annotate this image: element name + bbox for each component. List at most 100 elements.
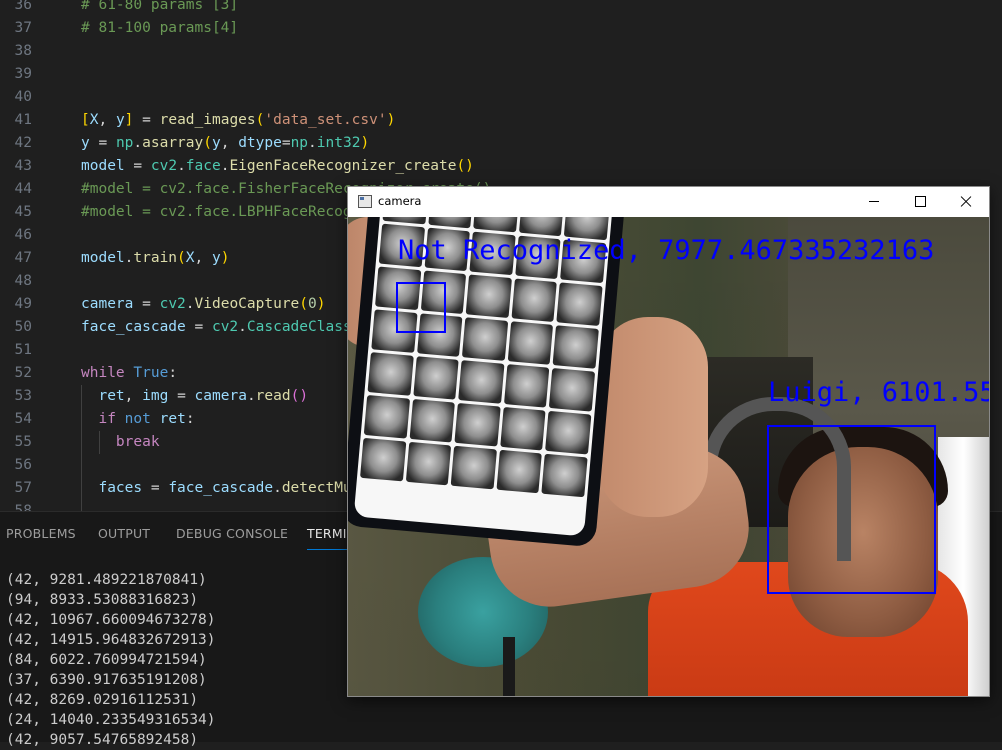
code-line[interactable]: 40 [0,86,1002,109]
line-number: 46 [14,227,32,243]
face-thumbnail [545,410,592,455]
tab-debug-console[interactable]: DEBUG CONSOLE [176,526,288,541]
camera-window[interactable]: camera Not Recognized, 7977.467335232163… [347,186,990,697]
code-token: . [308,135,317,151]
code-token: 0 [308,296,317,312]
code-token: camera [81,296,134,312]
code-line[interactable]: 43 model = cv2.face.EigenFaceRecognizer_c… [0,155,1002,178]
code-token: # 81-100 params[4] [81,20,239,36]
code-token: . [177,158,186,174]
window-titlebar[interactable]: camera [348,187,989,217]
close-icon[interactable] [943,187,989,217]
code-token: faces [98,480,143,496]
terminal-line: (84, 6022.760994721594) [6,652,207,668]
code-text: while True: [81,362,177,385]
code-text: # 61-80 params [3] [81,0,238,17]
code-token: ) [386,112,396,128]
face-thumbnail [518,217,565,237]
code-token: EigenFaceRecognizer_create [229,158,457,174]
code-line[interactable]: 41 [X, y] = read_images('data_set.csv') [0,109,1002,132]
code-token: np [115,135,134,151]
code-token: ret [98,388,125,404]
code-token: () [290,388,309,404]
face-thumbnail [507,321,554,365]
code-token: face [185,158,221,174]
tab-problems[interactable]: PROBLEMS [6,526,76,541]
code-line[interactable]: 36 # 61-80 params [3] [0,0,1002,17]
code-token: face_cascade [81,319,186,335]
code-line[interactable]: 39 [0,63,1002,86]
terminal-line: (42, 9281.489221870841) [6,572,207,588]
terminal-line: (94, 8933.53088316823) [6,592,199,608]
terminal-line: (42, 9057.54765892458) [6,732,199,748]
tab-output[interactable]: OUTPUT [98,526,150,541]
code-token: cv2 [159,296,186,312]
indent-guide [81,385,82,511]
detection-box-luigi [767,425,936,594]
code-token: y [211,135,221,151]
code-token: int32 [316,135,361,151]
code-token: . [133,135,143,151]
code-token: = [185,319,212,335]
code-text: # 81-100 params[4] [81,17,238,40]
code-token: if [98,411,116,427]
code-token: asarray [142,135,204,151]
code-token: y [81,135,90,151]
face-thumbnail [556,282,603,326]
face-thumbnail [503,364,550,408]
face-thumbnail [405,441,452,486]
line-number: 56 [14,457,32,473]
indent-guide [99,431,100,454]
code-token: img [142,388,169,404]
code-token: y [115,112,125,128]
code-token: ) [316,296,326,312]
line-number: 57 [14,480,32,496]
line-number: 42 [14,135,32,151]
code-token: VideoCapture [194,296,300,312]
code-token: break [115,434,160,450]
code-token: : [185,411,195,427]
minimize-icon[interactable] [851,187,897,217]
code-line[interactable]: 37 # 81-100 params[4] [0,17,1002,40]
code-token: train [133,250,178,266]
face-thumbnail [465,274,512,319]
code-token: ( [203,135,212,151]
line-number: 58 [14,503,32,511]
code-text: y = np.asarray(y, dtype=np.int32) [81,132,369,155]
face-thumbnail [473,217,520,233]
code-token: = [281,135,291,151]
detection-box-unrecognized [396,282,446,333]
code-token: , [194,250,212,266]
line-number: 47 [14,250,32,266]
code-token: read [255,388,291,404]
code-token: y [211,250,221,266]
face-thumbnail [552,325,599,369]
code-token: [ [81,112,90,128]
terminal-line: (42, 10967.660094673278) [6,612,216,628]
line-number: 53 [14,388,32,404]
code-token: camera [194,388,247,404]
line-number: 41 [14,112,32,128]
code-line[interactable]: 38 [0,40,1002,63]
code-token: cv2 [150,158,178,174]
face-thumbnail [412,356,459,400]
code-token: dtype [238,135,282,151]
code-text: model = cv2.face.EigenFaceRecognizer_cre… [81,155,474,178]
code-token: ret [159,411,186,427]
code-token: read_images [159,112,256,128]
face-thumbnail [462,317,509,361]
face-thumbnail [541,453,588,498]
line-number: 44 [14,181,32,197]
face-thumbnail [450,445,497,490]
code-token: . [246,388,256,404]
maximize-icon[interactable] [897,187,943,217]
code-token: # 61-80 params [3] [81,0,239,13]
line-number: 49 [14,296,32,312]
camera-frame: Not Recognized, 7977.467335232163 Luigi,… [348,217,989,696]
code-line[interactable]: 42 y = np.asarray(y, dtype=np.int32) [0,132,1002,155]
code-token: model [81,250,125,266]
detection-label-unrecognized: Not Recognized, 7977.467335232163 [398,235,935,266]
code-token: = [142,480,169,496]
